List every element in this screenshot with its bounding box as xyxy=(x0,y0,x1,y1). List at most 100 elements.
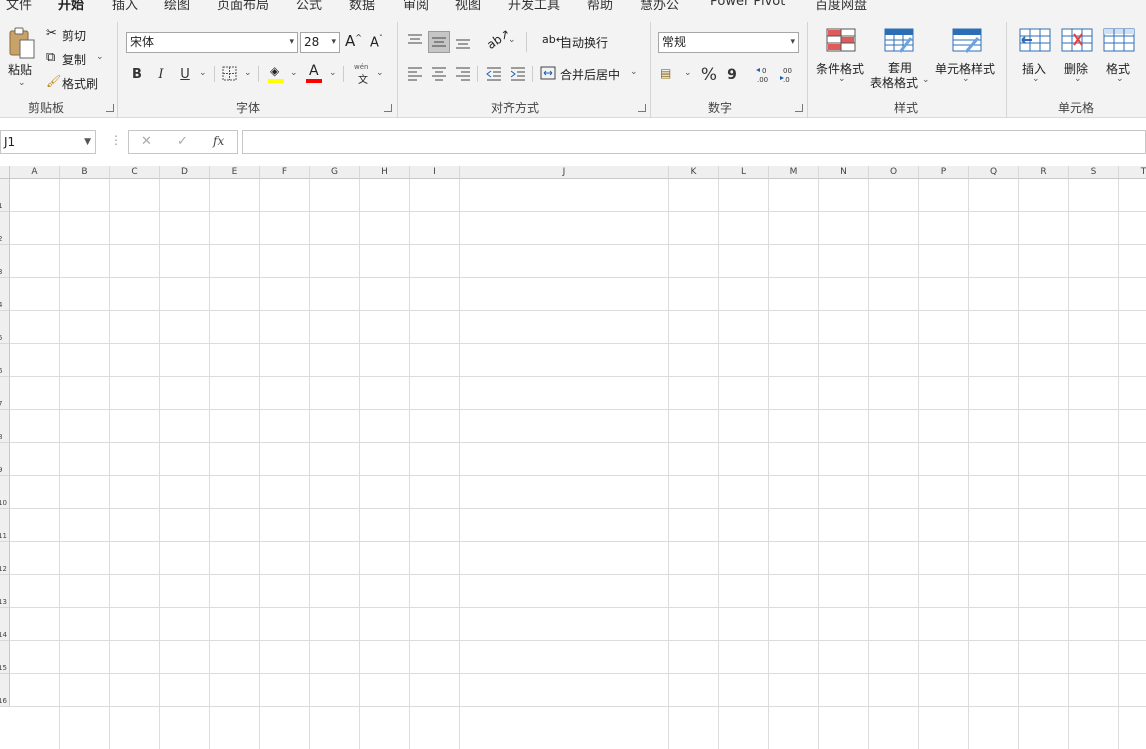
increase-decimal-icon[interactable]: 0 .00 xyxy=(755,65,775,85)
column-header-r[interactable]: R xyxy=(1019,166,1069,179)
row-header-8[interactable]: 8 xyxy=(0,410,10,443)
column-header-f[interactable]: F xyxy=(260,166,310,179)
svg-text:.00: .00 xyxy=(757,76,768,84)
orientation-button[interactable]: ab↗ ⌄ xyxy=(484,26,516,52)
copy-dropdown-icon[interactable]: ⌄ xyxy=(96,52,104,62)
fill-color-button[interactable]: ◈ xyxy=(268,64,286,84)
column-header-q[interactable]: Q xyxy=(969,166,1019,179)
row-header-9[interactable]: 9 xyxy=(0,443,10,476)
column-header-j[interactable]: J xyxy=(460,166,669,179)
row-header-3[interactable]: 3 xyxy=(0,245,10,278)
row-header-7[interactable]: 7 xyxy=(0,377,10,410)
font-name-select[interactable]: 宋体 ▾ xyxy=(126,32,298,53)
column-header-g[interactable]: G xyxy=(310,166,360,179)
column-header-s[interactable]: S xyxy=(1069,166,1119,179)
align-bottom-icon[interactable] xyxy=(454,32,472,52)
row-header-2[interactable]: 2 xyxy=(0,212,10,245)
row-header-16[interactable]: 16 xyxy=(0,674,10,707)
row-header-5[interactable]: 5 xyxy=(0,311,10,344)
column-header-a[interactable]: A xyxy=(10,166,60,179)
gridline xyxy=(818,179,819,749)
clipboard-launcher-icon[interactable] xyxy=(106,104,114,112)
tab-power-pivot[interactable]: Power Pivot xyxy=(710,0,785,9)
format-cells-button[interactable]: 格式 ⌄ xyxy=(1100,26,1138,96)
row-header-4[interactable]: 4 xyxy=(0,278,10,311)
bold-button[interactable]: B xyxy=(128,64,146,84)
increase-indent-icon[interactable] xyxy=(509,65,527,83)
format-as-table-dropdown-icon: ⌄ xyxy=(922,75,930,85)
column-header-n[interactable]: N xyxy=(819,166,869,179)
paste-dropdown-icon[interactable]: ⌄ xyxy=(18,78,26,88)
separator xyxy=(477,66,478,82)
column-header-c[interactable]: C xyxy=(110,166,160,179)
insert-cells-button[interactable]: 插入 ⌄ xyxy=(1016,26,1054,96)
underline-dropdown-icon[interactable]: ⌄ xyxy=(199,68,207,78)
insert-function-icon[interactable]: fx xyxy=(213,134,224,148)
separator xyxy=(397,22,398,118)
formula-buttons: ✕ ✓ fx xyxy=(128,130,238,154)
comma-style-button[interactable]: 9 xyxy=(725,65,739,85)
column-header-t[interactable]: T xyxy=(1119,166,1146,179)
shrink-font-button[interactable]: Aˇ xyxy=(370,34,388,54)
font-color-button[interactable]: A xyxy=(306,63,324,84)
align-top-icon[interactable] xyxy=(406,32,424,50)
svg-text:.0: .0 xyxy=(783,76,790,84)
row-header-6[interactable]: 6 xyxy=(0,344,10,377)
column-header-l[interactable]: L xyxy=(719,166,769,179)
decrease-decimal-icon[interactable]: 00 .0 xyxy=(779,65,799,85)
formula-input[interactable] xyxy=(242,130,1146,154)
row-header-12[interactable]: 12 xyxy=(0,542,10,575)
column-header-d[interactable]: D xyxy=(160,166,210,179)
name-box-value: J1 xyxy=(4,135,16,149)
align-left-icon[interactable] xyxy=(406,65,424,83)
fill-color-dropdown-icon[interactable]: ⌄ xyxy=(290,68,298,78)
grow-font-button[interactable]: A^ xyxy=(345,32,363,52)
column-header-k[interactable]: K xyxy=(669,166,719,179)
format-as-table-button[interactable]: 套用 表格格式 ⌄ xyxy=(868,26,930,96)
name-box[interactable]: J1 ▼ xyxy=(0,130,96,154)
align-right-icon[interactable] xyxy=(454,65,472,83)
copy-button[interactable]: ⧉ 复制 ⌄ xyxy=(46,50,106,68)
number-format-select[interactable]: 常规 ▾ xyxy=(658,32,799,53)
italic-button[interactable]: I xyxy=(152,64,170,84)
font-launcher-icon[interactable] xyxy=(384,104,392,112)
row-header-15[interactable]: 15 xyxy=(0,641,10,674)
column-header-i[interactable]: I xyxy=(410,166,460,179)
cancel-icon[interactable]: ✕ xyxy=(141,134,152,149)
column-header-p[interactable]: P xyxy=(919,166,969,179)
phonetic-dropdown-icon[interactable]: ⌄ xyxy=(376,68,384,78)
merge-center-button[interactable]: 合并后居中 ⌄ xyxy=(540,64,644,84)
borders-dropdown-icon[interactable]: ⌄ xyxy=(244,68,252,78)
decrease-indent-icon[interactable] xyxy=(485,65,503,83)
column-header-e[interactable]: E xyxy=(210,166,260,179)
number-launcher-icon[interactable] xyxy=(795,104,803,112)
align-middle-button[interactable] xyxy=(428,31,450,53)
paste-button[interactable]: 粘贴 ⌄ xyxy=(4,26,38,88)
worksheet-grid[interactable]: ABCDEFGHIJKLMNOPQRST12345678910111213141… xyxy=(0,166,1146,749)
column-header-o[interactable]: O xyxy=(869,166,919,179)
cell-styles-button[interactable]: 单元格样式 ⌄ xyxy=(934,26,998,96)
row-header-13[interactable]: 13 xyxy=(0,575,10,608)
align-center-icon[interactable] xyxy=(430,65,448,83)
column-header-m[interactable]: M xyxy=(769,166,819,179)
percent-style-button[interactable]: % xyxy=(700,65,718,85)
select-all-corner[interactable] xyxy=(0,166,10,179)
wrap-text-button[interactable]: ab↵ 自动换行 xyxy=(542,32,622,52)
enter-icon[interactable]: ✓ xyxy=(177,134,188,149)
conditional-formatting-button[interactable]: 条件格式 ⌄ xyxy=(814,26,868,96)
font-size-select[interactable]: 28 ▾ xyxy=(300,32,340,53)
row-header-10[interactable]: 10 xyxy=(0,476,10,509)
column-header-h[interactable]: H xyxy=(360,166,410,179)
borders-icon[interactable] xyxy=(222,66,238,82)
underline-button[interactable]: U xyxy=(176,64,194,84)
alignment-launcher-icon[interactable] xyxy=(638,104,646,112)
row-header-14[interactable]: 14 xyxy=(0,608,10,641)
chevron-down-icon: ▾ xyxy=(790,37,795,47)
delete-cells-button[interactable]: 删除 ⌄ xyxy=(1058,26,1096,96)
phonetic-guide-button[interactable]: wén 文 xyxy=(352,63,374,86)
row-header-1[interactable]: 1 xyxy=(0,179,10,212)
column-header-b[interactable]: B xyxy=(60,166,110,179)
accounting-format-button[interactable]: ▤ ⌄ xyxy=(660,66,694,84)
font-color-dropdown-icon[interactable]: ⌄ xyxy=(329,68,337,78)
row-header-11[interactable]: 11 xyxy=(0,509,10,542)
